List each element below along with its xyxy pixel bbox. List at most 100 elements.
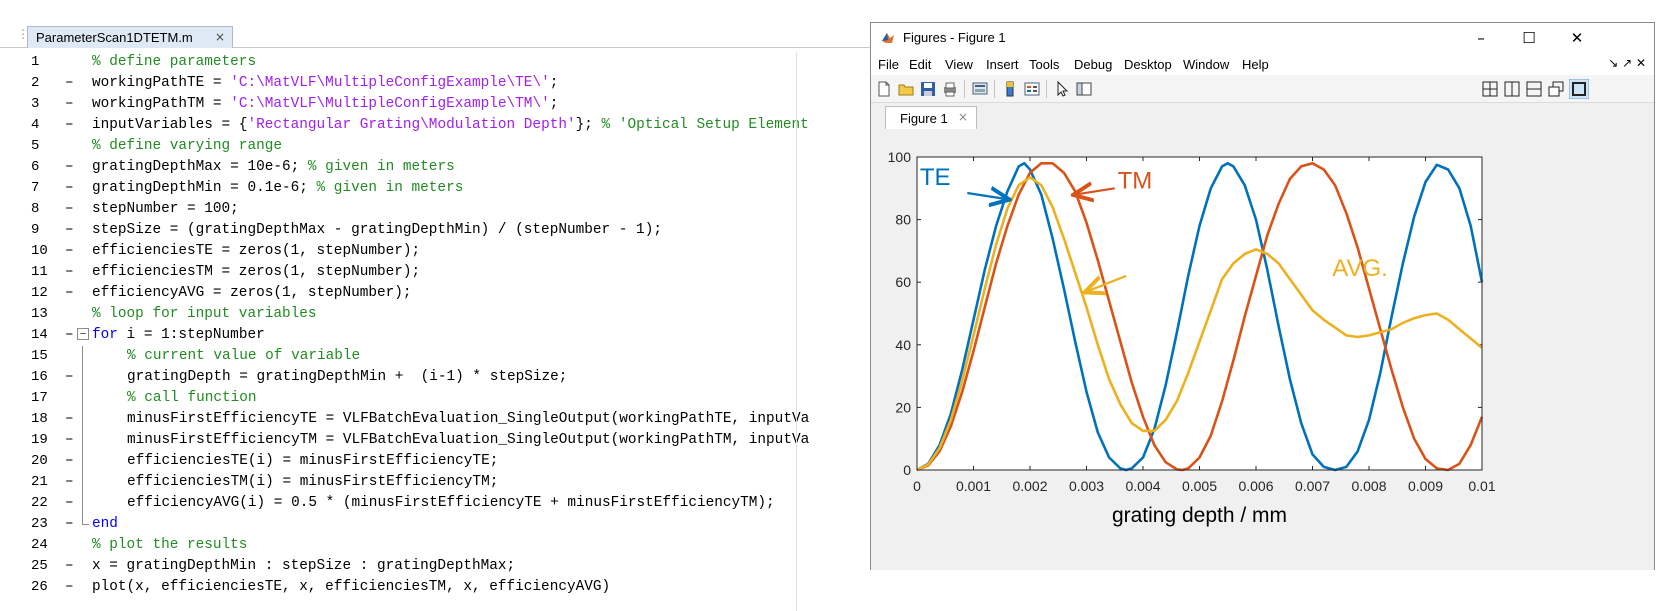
executable-line-marker[interactable]: – xyxy=(65,430,74,451)
line-number[interactable]: 13 xyxy=(31,304,61,325)
print-icon[interactable] xyxy=(941,80,959,98)
line-number[interactable]: 1 xyxy=(31,52,61,73)
colorbar-icon[interactable] xyxy=(1001,80,1019,98)
line-number[interactable]: 21 xyxy=(31,472,61,493)
line-number[interactable]: 25 xyxy=(31,556,61,577)
menu-insert[interactable]: Insert xyxy=(986,57,1019,72)
figure-tab[interactable]: Figure 1 × xyxy=(885,106,977,129)
code-line[interactable]: 17 % call function xyxy=(17,388,880,409)
code-line[interactable]: 19– minusFirstEfficiencyTM = VLFBatchEval… xyxy=(17,430,880,451)
code-line[interactable]: 15 % current value of variable xyxy=(17,346,880,367)
minimize-button[interactable]: – xyxy=(1461,27,1501,49)
line-number[interactable]: 15 xyxy=(31,346,61,367)
maximize-button[interactable]: ☐ xyxy=(1509,27,1549,49)
code-line[interactable]: 16– gratingDepth = gratingDepthMin + (i-1… xyxy=(17,367,880,388)
close-icon[interactable]: × xyxy=(215,30,225,44)
dock-controls[interactable]: ↘ ↗ ✕ xyxy=(1608,56,1646,70)
executable-line-marker[interactable]: – xyxy=(65,178,74,199)
code-line[interactable]: 24 % plot the results xyxy=(17,535,880,556)
executable-line-marker[interactable]: – xyxy=(65,262,74,283)
tile-rows-icon[interactable] xyxy=(1525,80,1543,98)
executable-line-marker[interactable]: – xyxy=(65,451,74,472)
executable-line-marker[interactable]: – xyxy=(65,409,74,430)
code-line[interactable]: 5 % define varying range xyxy=(17,136,880,157)
code-line[interactable]: 4– inputVariables = {'Rectangular Grating… xyxy=(17,115,880,136)
executable-line-marker[interactable]: – xyxy=(65,283,74,304)
menu-view[interactable]: View xyxy=(945,57,973,72)
menu-edit[interactable]: Edit xyxy=(909,57,931,72)
line-number[interactable]: 12 xyxy=(31,283,61,304)
code-line[interactable]: 8– stepNumber = 100; xyxy=(17,199,880,220)
property-editor-icon[interactable] xyxy=(1075,80,1093,98)
maximize-icon[interactable] xyxy=(1569,79,1589,99)
title-bar[interactable]: Figures - Figure 1 – ☐ ✕ xyxy=(871,23,1654,53)
code-line[interactable]: 6– gratingDepthMax = 10e-6; % given in me… xyxy=(17,157,880,178)
save-icon[interactable] xyxy=(919,80,937,98)
line-number[interactable]: 5 xyxy=(31,136,61,157)
executable-line-marker[interactable]: – xyxy=(65,73,74,94)
executable-line-marker[interactable]: – xyxy=(65,514,74,535)
executable-line-marker[interactable]: – xyxy=(65,115,74,136)
code-line[interactable]: 3– workingPathTM = 'C:\MatVLF\MultipleCon… xyxy=(17,94,880,115)
open-folder-icon[interactable] xyxy=(897,80,915,98)
line-number[interactable]: 26 xyxy=(31,577,61,598)
line-number[interactable]: 11 xyxy=(31,262,61,283)
line-number[interactable]: 6 xyxy=(31,157,61,178)
line-number[interactable]: 10 xyxy=(31,241,61,262)
line-number[interactable]: 14 xyxy=(31,325,61,346)
code-line[interactable]: 12– efficiencyAVG = zeros(1, stepNumber); xyxy=(17,283,880,304)
menu-help[interactable]: Help xyxy=(1242,57,1269,72)
line-number[interactable]: 20 xyxy=(31,451,61,472)
line-number[interactable]: 17 xyxy=(31,388,61,409)
tile-columns-icon[interactable] xyxy=(1503,80,1521,98)
close-icon[interactable]: × xyxy=(958,110,968,124)
code-line[interactable]: 23– end xyxy=(17,514,880,535)
executable-line-marker[interactable]: – xyxy=(65,367,74,388)
menu-window[interactable]: Window xyxy=(1183,57,1229,72)
new-file-icon[interactable] xyxy=(875,80,893,98)
code-fold-icon[interactable]: − xyxy=(77,328,89,340)
code-line[interactable]: 9– stepSize = (gratingDepthMax - gratingD… xyxy=(17,220,880,241)
line-number[interactable]: 22 xyxy=(31,493,61,514)
line-number[interactable]: 9 xyxy=(31,220,61,241)
executable-line-marker[interactable]: – xyxy=(65,157,74,178)
line-number[interactable]: 16 xyxy=(31,367,61,388)
executable-line-marker[interactable]: – xyxy=(65,325,74,346)
code-line[interactable]: 25– x = gratingDepthMin : stepSize : grat… xyxy=(17,556,880,577)
line-number[interactable]: 8 xyxy=(31,199,61,220)
code-line[interactable]: 13 % loop for input variables xyxy=(17,304,880,325)
line-chart[interactable]: 0 0.001 0.002 0.003 0.004 0.005 0.006 0.007 0.00… xyxy=(871,129,1654,569)
executable-line-marker[interactable]: – xyxy=(65,199,74,220)
plot-area[interactable]: 0 0.001 0.002 0.003 0.004 0.005 0.006 0.007 0.00… xyxy=(871,129,1654,570)
code-line[interactable]: 11– efficienciesTM = zeros(1, stepNumber)… xyxy=(17,262,880,283)
float-icon[interactable] xyxy=(1547,80,1565,98)
code-line[interactable]: 18– minusFirstEfficiencyTE = VLFBatchEval… xyxy=(17,409,880,430)
executable-line-marker[interactable]: – xyxy=(65,220,74,241)
executable-line-marker[interactable]: – xyxy=(65,241,74,262)
code-line[interactable]: 21– efficienciesTM(i) = minusFirstEfficie… xyxy=(17,472,880,493)
legend-icon[interactable] xyxy=(1023,80,1041,98)
menu-tools[interactable]: Tools xyxy=(1029,57,1059,72)
line-number[interactable]: 7 xyxy=(31,178,61,199)
print-preview-icon[interactable] xyxy=(971,80,989,98)
tile-grid-icon[interactable] xyxy=(1481,80,1499,98)
pointer-icon[interactable] xyxy=(1053,80,1071,98)
line-number[interactable]: 24 xyxy=(31,535,61,556)
line-number[interactable]: 4 xyxy=(31,115,61,136)
code-line[interactable]: 7– gratingDepthMin = 0.1e-6; % given in m… xyxy=(17,178,880,199)
code-area[interactable]: 1% define parameters 2– workingPathTE = 'C… xyxy=(17,52,880,611)
code-line[interactable]: 22– efficiencyAVG(i) = 0.5 * (minusFirstE… xyxy=(17,493,880,514)
code-line[interactable]: 20– efficienciesTE(i) = minusFirstEfficie… xyxy=(17,451,880,472)
close-button[interactable]: ✕ xyxy=(1557,27,1597,49)
editor-file-tab[interactable]: ParameterScan1DTETM.m × xyxy=(27,26,233,48)
code-line[interactable]: 10– efficienciesTE = zeros(1, stepNumber)… xyxy=(17,241,880,262)
line-number[interactable]: 23 xyxy=(31,514,61,535)
code-line[interactable]: 2– workingPathTE = 'C:\MatVLF\MultipleCon… xyxy=(17,73,880,94)
executable-line-marker[interactable]: – xyxy=(65,556,74,577)
line-number[interactable]: 2 xyxy=(31,73,61,94)
line-number[interactable]: 18 xyxy=(31,409,61,430)
menu-desktop[interactable]: Desktop xyxy=(1124,57,1172,72)
executable-line-marker[interactable]: – xyxy=(65,472,74,493)
menu-file[interactable]: File xyxy=(878,57,899,72)
line-number[interactable]: 19 xyxy=(31,430,61,451)
